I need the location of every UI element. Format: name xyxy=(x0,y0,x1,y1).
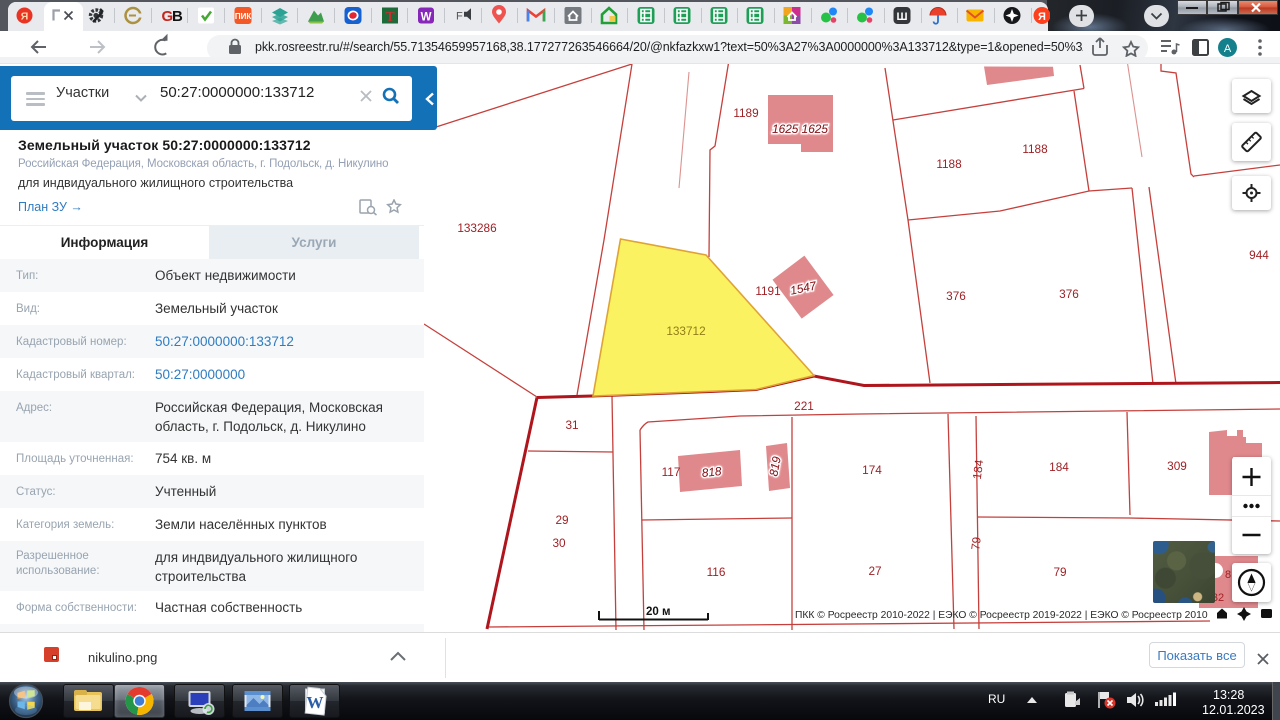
svg-text:376: 376 xyxy=(1059,287,1079,301)
svg-text:29: 29 xyxy=(555,513,568,527)
svg-text:117: 117 xyxy=(662,465,681,479)
svg-text:221: 221 xyxy=(794,399,814,413)
svg-text:W: W xyxy=(421,12,432,24)
svg-text:174: 174 xyxy=(862,463,882,477)
svg-text:79: 79 xyxy=(968,536,983,551)
svg-text:31: 31 xyxy=(565,418,578,432)
svg-text:184: 184 xyxy=(970,458,986,480)
svg-text:818: 818 xyxy=(701,464,722,480)
svg-text:30: 30 xyxy=(552,536,566,550)
svg-text:184: 184 xyxy=(1049,460,1069,474)
svg-text:133286: 133286 xyxy=(457,221,497,235)
svg-text:F: F xyxy=(456,11,463,23)
svg-text:79: 79 xyxy=(1053,565,1066,579)
svg-text:309: 309 xyxy=(1167,459,1187,473)
svg-text:133712: 133712 xyxy=(666,324,705,338)
svg-text:Ш: Ш xyxy=(896,11,907,23)
svg-text:ПИК: ПИК xyxy=(235,12,252,21)
svg-text:A: A xyxy=(1224,43,1232,55)
svg-text:116: 116 xyxy=(707,565,726,579)
svg-text:1625 1625: 1625 1625 xyxy=(772,122,828,136)
svg-text:1188: 1188 xyxy=(936,157,962,171)
svg-text:20 м: 20 м xyxy=(646,606,671,618)
svg-text:ПКК © Росреестр 2010-2022 | ЕЭ: ПКК © Росреестр 2010-2022 | ЕЭКО © Росре… xyxy=(795,610,1208,621)
svg-text:376: 376 xyxy=(946,289,966,303)
svg-text:Т: Т xyxy=(385,10,395,25)
svg-text:Я: Я xyxy=(21,11,29,23)
svg-text:Я: Я xyxy=(1038,11,1046,23)
svg-text:1189: 1189 xyxy=(733,106,758,120)
svg-text:1191: 1191 xyxy=(755,284,780,298)
svg-text:27: 27 xyxy=(868,564,881,578)
svg-text:W: W xyxy=(307,693,324,712)
svg-text:B: B xyxy=(172,8,183,25)
svg-text:8: 8 xyxy=(1225,569,1231,581)
svg-text:1188: 1188 xyxy=(1022,142,1048,156)
